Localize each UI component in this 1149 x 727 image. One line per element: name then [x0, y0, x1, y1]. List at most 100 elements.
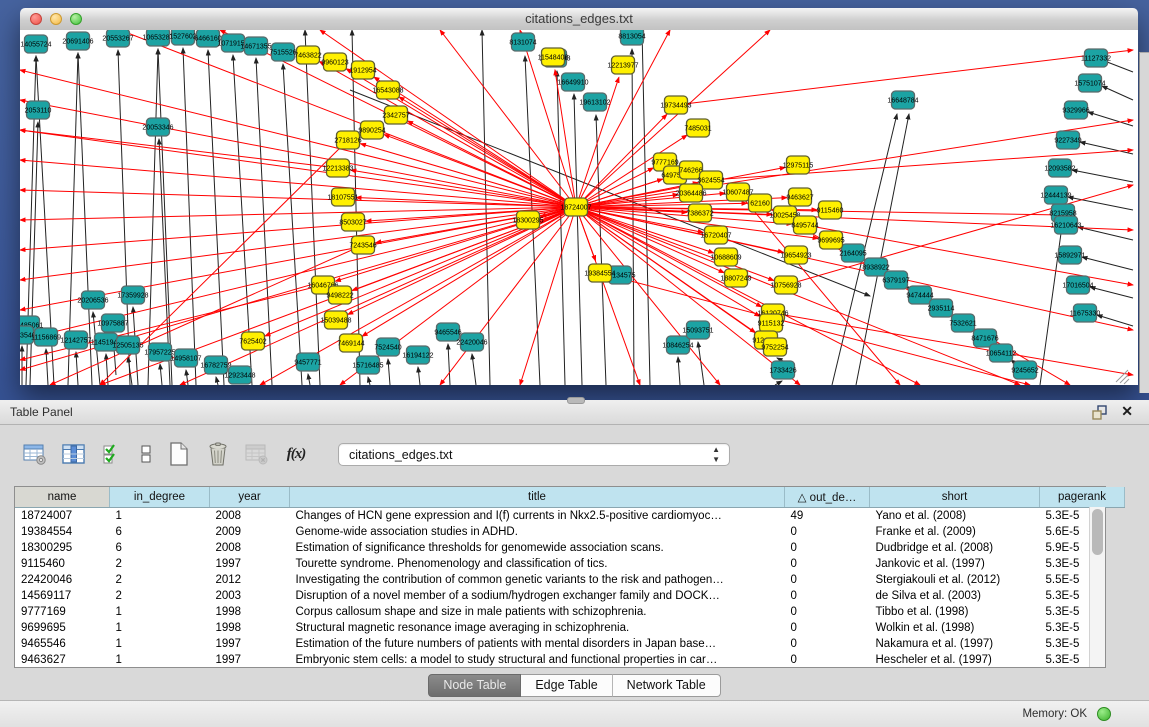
select-all-columns-icon[interactable]: [100, 441, 126, 467]
graph-node[interactable]: 11548408: [538, 48, 569, 66]
graph-node[interactable]: 22420046: [456, 333, 487, 351]
column-header-out_de[interactable]: △ out_de…: [785, 487, 870, 508]
graph-node[interactable]: 20206536: [77, 291, 108, 309]
graph-node[interactable]: 11127332: [1081, 49, 1111, 67]
graph-node[interactable]: 18807249: [720, 269, 751, 287]
table-cell[interactable]: Corpus callosum shape and size in male p…: [290, 604, 785, 620]
graph-node[interactable]: 1527602: [169, 30, 196, 45]
table-cell[interactable]: 1: [110, 604, 210, 620]
table-cell[interactable]: 2003: [210, 588, 290, 604]
graph-node[interactable]: 15751074: [1074, 74, 1105, 92]
graph-node[interactable]: 9245652: [1011, 361, 1038, 379]
table-options-icon[interactable]: [22, 441, 48, 467]
graph-node[interactable]: 2342757: [382, 106, 409, 124]
column-header-name[interactable]: name: [15, 487, 110, 508]
graph-node[interactable]: 10975887: [97, 314, 128, 332]
splitter-handle[interactable]: [567, 397, 585, 404]
table-cell[interactable]: Estimation of significance thresholds fo…: [290, 540, 785, 556]
table-cell[interactable]: 1998: [210, 620, 290, 636]
graph-node[interactable]: 20553267: [102, 30, 133, 47]
table-cell[interactable]: 1997: [210, 636, 290, 652]
graph-node[interactable]: 2164095: [839, 244, 866, 262]
graph-node[interactable]: 10756928: [770, 276, 801, 294]
table-cell[interactable]: 22420046: [15, 572, 110, 588]
table-cell[interactable]: Yano et al. (2008): [870, 508, 1040, 525]
table-cell[interactable]: 9699695: [15, 620, 110, 636]
table-cell[interactable]: 0: [785, 620, 870, 636]
table-cell[interactable]: 1998: [210, 604, 290, 620]
graph-node[interactable]: 19384554: [584, 264, 615, 282]
table-cell[interactable]: 5.3E-5: [1040, 556, 1125, 572]
graph-node[interactable]: 16194122: [402, 346, 433, 364]
graph-node[interactable]: 15039488: [320, 311, 351, 329]
graph-node[interactable]: 12975115: [783, 156, 814, 174]
column-header-short[interactable]: short: [870, 487, 1040, 508]
graph-node[interactable]: 16210643: [1050, 216, 1081, 234]
new-table-icon[interactable]: [166, 441, 192, 467]
graph-node[interactable]: 9457771: [294, 353, 321, 371]
graph-node[interactable]: 11675330: [1070, 304, 1101, 322]
graph-node[interactable]: 9463627: [786, 188, 813, 206]
graph-node[interactable]: 62160: [749, 194, 772, 212]
table-cell[interactable]: 1997: [210, 556, 290, 572]
table-cell[interactable]: 18300295: [15, 540, 110, 556]
graph-node[interactable]: 17359928: [117, 286, 148, 304]
graph-node[interactable]: 8495744: [791, 216, 818, 234]
table-selector-dropdown[interactable]: citations_edges.txt ▲▼: [338, 443, 730, 466]
table-cell[interactable]: 1: [110, 620, 210, 636]
table-cell[interactable]: 5.9E-5: [1040, 540, 1125, 556]
memory-indicator[interactable]: [1097, 707, 1111, 721]
graph-node[interactable]: 7463822: [294, 46, 321, 64]
table-cell[interactable]: 5.3E-5: [1040, 588, 1125, 604]
graph-node[interactable]: 14671355: [240, 37, 271, 55]
table-cell[interactable]: Changes of HCN gene expression and I(f) …: [290, 508, 785, 525]
graph-node[interactable]: 2718126: [334, 131, 361, 149]
graph-node[interactable]: 15892971: [1054, 246, 1085, 264]
graph-node[interactable]: 2935114: [928, 299, 955, 317]
graph-node[interactable]: 2053110: [25, 101, 52, 119]
table-cell[interactable]: 0: [785, 540, 870, 556]
graph-node[interactable]: 19654923: [780, 246, 811, 264]
table-cell[interactable]: Tibbo et al. (1998): [870, 604, 1040, 620]
table-cell[interactable]: 2008: [210, 508, 290, 525]
table-cell[interactable]: 19384554: [15, 524, 110, 540]
graph-node[interactable]: 20364486: [675, 184, 706, 202]
scrollbar-thumb[interactable]: [1092, 509, 1103, 555]
table-cell[interactable]: 2009: [210, 524, 290, 540]
graph-node[interactable]: 15093751: [682, 321, 713, 339]
graph-node[interactable]: 16543088: [372, 81, 403, 99]
graph-node[interactable]: 16720407: [700, 226, 731, 244]
graph-node[interactable]: 20691406: [62, 32, 93, 50]
table-cell[interactable]: 5.3E-5: [1040, 604, 1125, 620]
show-columns-icon[interactable]: [61, 441, 87, 467]
table-cell[interactable]: Genome-wide association studies in ADHD.: [290, 524, 785, 540]
graph-node[interactable]: 9890254: [358, 121, 385, 139]
table-cell[interactable]: Franke et al. (2009): [870, 524, 1040, 540]
table-cell[interactable]: 9777169: [15, 604, 110, 620]
graph-node[interactable]: 12093582: [1044, 159, 1075, 177]
background-window-sliver[interactable]: [1139, 52, 1149, 393]
graph-node[interactable]: 12444139: [1040, 186, 1071, 204]
graph-node[interactable]: 8503027: [339, 213, 366, 231]
graph-node[interactable]: 16648784: [887, 91, 918, 109]
table-cell[interactable]: 0: [785, 636, 870, 652]
graph-node[interactable]: 9498222: [326, 286, 353, 304]
graph-node[interactable]: 18300295: [512, 211, 543, 229]
table-cell[interactable]: Investigating the contribution of common…: [290, 572, 785, 588]
graph-node[interactable]: 18107551: [327, 188, 358, 206]
graph-node[interactable]: 7524540: [374, 338, 401, 356]
table-cell[interactable]: 5.6E-5: [1040, 524, 1125, 540]
table-cell[interactable]: 0: [785, 588, 870, 604]
graph-node[interactable]: 12923448: [224, 366, 255, 384]
clear-column-selection-icon[interactable]: [139, 441, 153, 467]
graph-node[interactable]: 20053346: [142, 118, 173, 136]
graph-node[interactable]: 11156869: [31, 328, 61, 346]
graph-node[interactable]: 12505135: [112, 336, 143, 354]
table-cell[interactable]: 9115460: [15, 556, 110, 572]
column-header-in_degree[interactable]: in_degree: [110, 487, 210, 508]
graph-node[interactable]: 9227349: [1054, 131, 1081, 149]
table-cell[interactable]: Stergiakouli et al. (2012): [870, 572, 1040, 588]
tab-network-table[interactable]: Network Table: [613, 674, 721, 697]
graph-node[interactable]: 16649910: [557, 73, 588, 91]
table-cell[interactable]: 0: [785, 556, 870, 572]
